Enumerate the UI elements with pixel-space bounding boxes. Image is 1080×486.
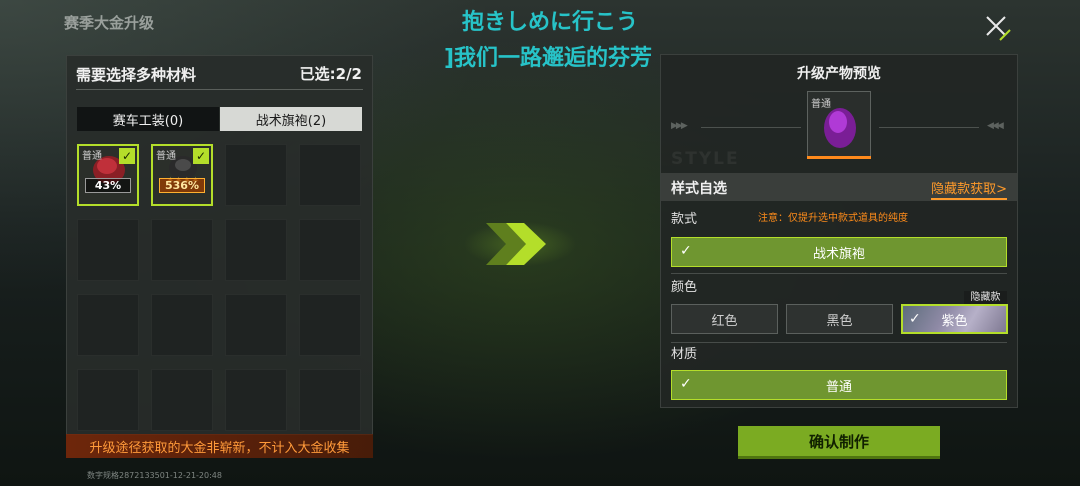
- variant-label: 款式: [671, 212, 698, 227]
- close-button[interactable]: [980, 10, 1012, 42]
- empty-slot[interactable]: [77, 369, 139, 431]
- double-chevron-right-icon: [486, 223, 546, 265]
- footer-id: 数字规格2872133501-12-21-20:48: [87, 471, 222, 480]
- empty-slot[interactable]: [151, 369, 213, 431]
- hidden-variant-tag: 隐藏款: [964, 291, 1007, 305]
- variant-note: 注意：仅提升选中款式道具的纯度: [758, 213, 908, 224]
- divider: [76, 89, 363, 90]
- slot-percent: 536%: [159, 178, 205, 193]
- page-title: 赛季大金升级: [64, 14, 155, 32]
- empty-slot[interactable]: [151, 219, 213, 281]
- tab-racing-suit[interactable]: 赛车工装(0): [77, 107, 219, 131]
- material-option-selected[interactable]: ✓ 普通: [671, 370, 1007, 400]
- check-icon: ✓: [680, 376, 692, 392]
- preview-item: 普通: [807, 91, 871, 159]
- tab-tactical-qipao[interactable]: 战术旗袍(2): [220, 107, 362, 131]
- warning-banner: 升级途径获取的大金非崭新，不计入大金收集: [66, 434, 373, 458]
- empty-slot[interactable]: [77, 219, 139, 281]
- purple-item-icon: [824, 108, 856, 148]
- variant-option-selected[interactable]: ✓ 战术旗袍: [671, 237, 1007, 267]
- decor-line: [879, 127, 979, 128]
- overlay-lyric-line-1: 抱きしめに行こう: [462, 10, 639, 35]
- decor-chevrons-icon: ▶▶▶: [671, 121, 688, 131]
- material-label: 材质: [671, 347, 698, 362]
- empty-slot[interactable]: [299, 144, 361, 206]
- check-icon: ✓: [193, 148, 209, 164]
- empty-slot[interactable]: [299, 294, 361, 356]
- preview-underline: [807, 156, 871, 159]
- material-slot-2[interactable]: ✦✦✦✦ 普通 ✓ 536%: [151, 144, 213, 206]
- check-icon: ✓: [119, 148, 135, 164]
- empty-slot[interactable]: [225, 144, 287, 206]
- hidden-variant-link[interactable]: 隐藏款获取>: [931, 178, 1007, 200]
- material-option-label: 普通: [825, 379, 852, 395]
- preview-title: 升级产物预览: [797, 66, 881, 82]
- decor-line: [701, 127, 801, 128]
- check-icon: ✓: [680, 243, 692, 259]
- empty-slot[interactable]: [299, 369, 361, 431]
- check-icon: ✓: [909, 311, 921, 327]
- color-option-purple[interactable]: ✓ 紫色: [901, 304, 1008, 334]
- slot-percent: 43%: [85, 178, 131, 193]
- selected-count: 已选:2/2: [299, 65, 362, 83]
- slot-rarity: 普通: [156, 151, 176, 162]
- slot-rarity: 普通: [82, 151, 102, 162]
- empty-slot[interactable]: [225, 219, 287, 281]
- style-select-header: 样式自选 隐藏款获取>: [661, 173, 1017, 201]
- empty-slot[interactable]: [151, 294, 213, 356]
- close-icon: [986, 16, 1011, 41]
- overlay-lyric-line-2: ]我们一路邂逅的芬芳: [444, 46, 653, 71]
- decor-chevrons-icon: ◀◀◀: [987, 121, 1004, 131]
- color-option-label: 紫色: [941, 313, 968, 329]
- confirm-craft-button[interactable]: 确认制作: [738, 426, 940, 459]
- style-select-label: 样式自选: [671, 181, 727, 197]
- color-option-red[interactable]: 红色: [671, 304, 778, 334]
- materials-panel: 需要选择多种材料 已选:2/2 赛车工装(0) 战术旗袍(2) 普通 ✓ 43%…: [66, 55, 373, 435]
- empty-slot[interactable]: [225, 369, 287, 431]
- preview-panel: 升级产物预览 ▶▶▶ ◀◀◀ STYLE 普通 样式自选 隐藏款获取> 款式 注…: [660, 54, 1018, 408]
- color-option-black[interactable]: 黑色: [786, 304, 893, 334]
- materials-panel-title: 需要选择多种材料: [76, 66, 197, 84]
- color-label: 颜色: [671, 280, 698, 295]
- material-slot-1[interactable]: 普通 ✓ 43%: [77, 144, 139, 206]
- style-watermark: STYLE: [671, 149, 740, 169]
- empty-slot[interactable]: [225, 294, 287, 356]
- empty-slot[interactable]: [77, 294, 139, 356]
- divider: [671, 342, 1007, 343]
- divider: [671, 273, 1007, 274]
- empty-slot[interactable]: [299, 219, 361, 281]
- variant-option-label: 战术旗袍: [812, 246, 865, 262]
